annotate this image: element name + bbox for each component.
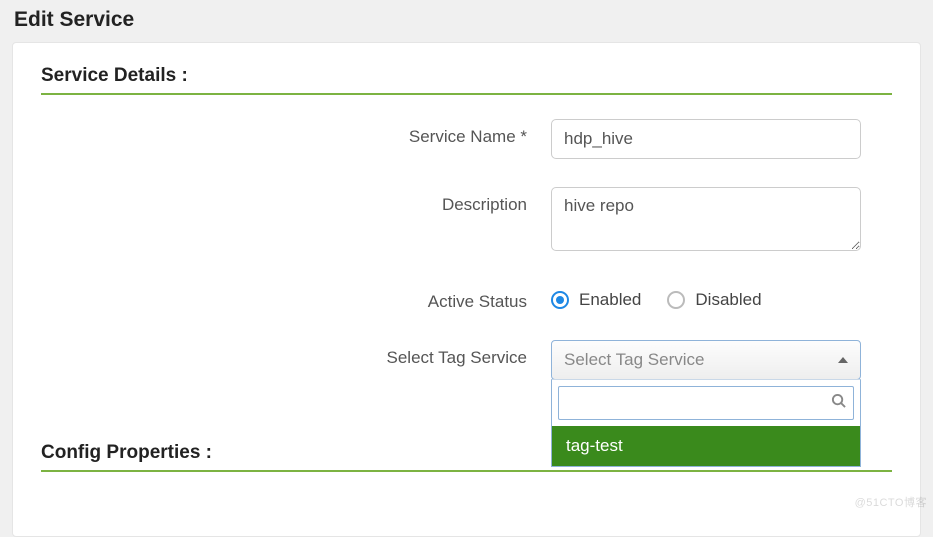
label-active-status: Active Status [41,284,551,312]
radio-enabled[interactable] [551,291,569,309]
caret-up-icon [838,357,848,363]
edit-service-panel: Service Details : Service Name * Descrip… [12,42,921,537]
label-tag-service: Select Tag Service [41,340,551,368]
page-title: Edit Service [0,0,933,42]
row-description: Description hive repo [41,187,892,256]
tag-service-search-input[interactable] [558,386,854,420]
service-name-input[interactable] [551,119,861,159]
radio-enabled-label[interactable]: Enabled [579,290,641,310]
row-active-status: Active Status Enabled Disabled [41,284,892,312]
row-tag-service: Select Tag Service Select Tag Service [41,340,892,380]
label-description: Description [41,187,551,215]
watermark: @51CTO博客 [855,494,927,510]
search-icon [831,393,846,413]
tag-service-select-header[interactable]: Select Tag Service [552,341,860,379]
tag-service-option[interactable]: tag-test [552,426,860,466]
radio-disabled[interactable] [667,291,685,309]
active-status-radio-group: Enabled Disabled [551,284,892,310]
radio-disabled-label[interactable]: Disabled [695,290,761,310]
label-service-name: Service Name * [41,119,551,147]
section-service-details: Service Details : [41,65,892,95]
tag-service-dropdown: tag-test [551,379,861,467]
row-service-name: Service Name * [41,119,892,159]
tag-service-select[interactable]: Select Tag Service tag-test [551,340,861,380]
tag-service-search-wrap [558,386,854,420]
description-textarea[interactable]: hive repo [551,187,861,251]
tag-service-placeholder: Select Tag Service [564,350,704,370]
